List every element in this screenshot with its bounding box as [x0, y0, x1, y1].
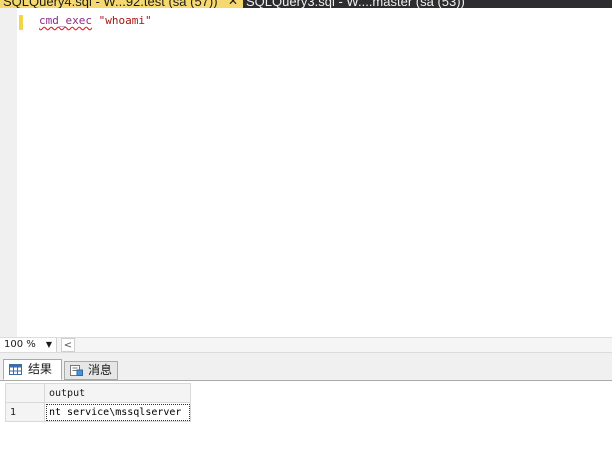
- results-pane: output 1 nt service\mssqlserver: [0, 380, 612, 451]
- results-grid-icon: [9, 364, 22, 375]
- close-icon[interactable]: ✕: [228, 0, 238, 8]
- code-keyword: cmd_exec: [39, 14, 92, 27]
- tab-sqlquery4[interactable]: SQLQuery4.sql - W...92.test (sa (57)) ✕: [0, 0, 243, 8]
- code-line[interactable]: cmd_exec "whoami": [39, 14, 152, 28]
- scroll-left-button[interactable]: <: [61, 338, 75, 352]
- grid-header-row: output: [5, 383, 191, 403]
- tab-label: SQLQuery4.sql - W...92.test (sa (57)): [3, 0, 218, 8]
- grid-cell[interactable]: nt service\mssqlserver: [44, 402, 191, 422]
- query-editor[interactable]: cmd_exec "whoami": [0, 8, 612, 337]
- results-grid: output 1 nt service\mssqlserver: [5, 383, 191, 422]
- tab-results-label: 结果: [28, 362, 53, 376]
- results-tab-bar: 结果 消息: [0, 353, 612, 380]
- tab-results[interactable]: 结果: [3, 359, 62, 380]
- grid-corner[interactable]: [5, 383, 45, 403]
- zoom-dropdown[interactable]: 100 % ▼: [0, 338, 57, 352]
- column-header-output[interactable]: output: [44, 383, 191, 403]
- table-row[interactable]: 1 nt service\mssqlserver: [5, 402, 191, 422]
- tab-label: SQLQuery3.sql - W....master (sa (53)): [246, 0, 465, 8]
- change-indicator: [19, 15, 23, 30]
- tab-messages[interactable]: 消息: [64, 361, 118, 380]
- zoom-bar: 100 % ▼ <: [0, 337, 612, 353]
- code-string: "whoami": [98, 14, 152, 27]
- editor-gutter: [0, 8, 17, 337]
- tab-sqlquery3[interactable]: SQLQuery3.sql - W....master (sa (53)): [243, 0, 612, 8]
- row-number[interactable]: 1: [5, 402, 45, 422]
- messages-icon: [70, 365, 83, 376]
- chevron-down-icon: ▼: [45, 340, 52, 349]
- document-tab-strip: SQLQuery4.sql - W...92.test (sa (57)) ✕ …: [0, 0, 612, 8]
- zoom-value: 100 %: [4, 339, 36, 350]
- tab-messages-label: 消息: [88, 363, 113, 377]
